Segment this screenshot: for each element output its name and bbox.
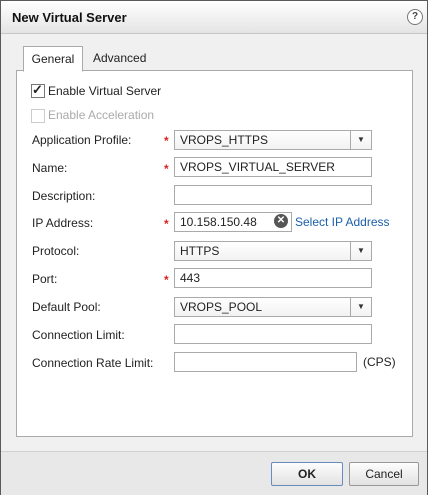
connection-rate-limit-label: Connection Rate Limit: <box>32 356 154 370</box>
help-icon[interactable]: ? <box>407 9 423 25</box>
required-marker: * <box>164 217 169 231</box>
application-profile-value: VROPS_HTTPS <box>180 133 269 147</box>
dialog-title: New Virtual Server <box>12 10 127 25</box>
required-marker: * <box>164 134 169 148</box>
required-marker: * <box>164 162 169 176</box>
protocol-label: Protocol: <box>32 244 80 258</box>
enable-virtual-server-checkbox[interactable] <box>31 82 45 98</box>
description-input[interactable] <box>174 185 372 205</box>
title-bar: New Virtual Server ? <box>1 1 427 34</box>
application-profile-select[interactable]: VROPS_HTTPS ▼ <box>174 130 372 150</box>
connection-limit-input[interactable] <box>174 324 372 344</box>
required-marker: * <box>164 273 169 287</box>
application-profile-label: Application Profile: <box>32 133 132 147</box>
protocol-value: HTTPS <box>180 244 220 258</box>
port-input[interactable]: 443 <box>174 268 372 288</box>
chevron-down-icon[interactable]: ▼ <box>350 242 371 260</box>
select-ip-address-link[interactable]: Select IP Address <box>295 215 390 229</box>
connection-rate-limit-input[interactable] <box>174 352 357 372</box>
chevron-down-icon[interactable]: ▼ <box>350 131 371 149</box>
description-label: Description: <box>32 189 96 203</box>
ok-button[interactable]: OK <box>271 462 343 486</box>
clear-icon[interactable]: ✕ <box>274 214 288 228</box>
default-pool-value: VROPS_POOL <box>180 300 263 314</box>
tab-advanced[interactable]: Advanced <box>85 46 154 70</box>
ip-address-label: IP Address: <box>32 216 94 230</box>
enable-acceleration-label: Enable Acceleration <box>48 108 155 122</box>
protocol-select[interactable]: HTTPS ▼ <box>174 241 372 261</box>
port-label: Port: <box>32 272 58 286</box>
cps-unit-label: (CPS) <box>363 355 396 369</box>
chevron-down-icon[interactable]: ▼ <box>350 298 371 316</box>
new-virtual-server-dialog: New Virtual Server ? General Advanced En… <box>0 0 428 495</box>
default-pool-label: Default Pool: <box>32 300 101 314</box>
name-label: Name: <box>32 161 68 175</box>
name-input[interactable]: VROPS_VIRTUAL_SERVER <box>174 157 372 177</box>
enable-virtual-server-label: Enable Virtual Server <box>48 84 162 98</box>
cancel-button[interactable]: Cancel <box>349 462 419 486</box>
tab-general[interactable]: General <box>23 46 83 72</box>
enable-acceleration-checkbox[interactable] <box>31 109 45 123</box>
default-pool-select[interactable]: VROPS_POOL ▼ <box>174 297 372 317</box>
connection-limit-label: Connection Limit: <box>32 328 125 342</box>
